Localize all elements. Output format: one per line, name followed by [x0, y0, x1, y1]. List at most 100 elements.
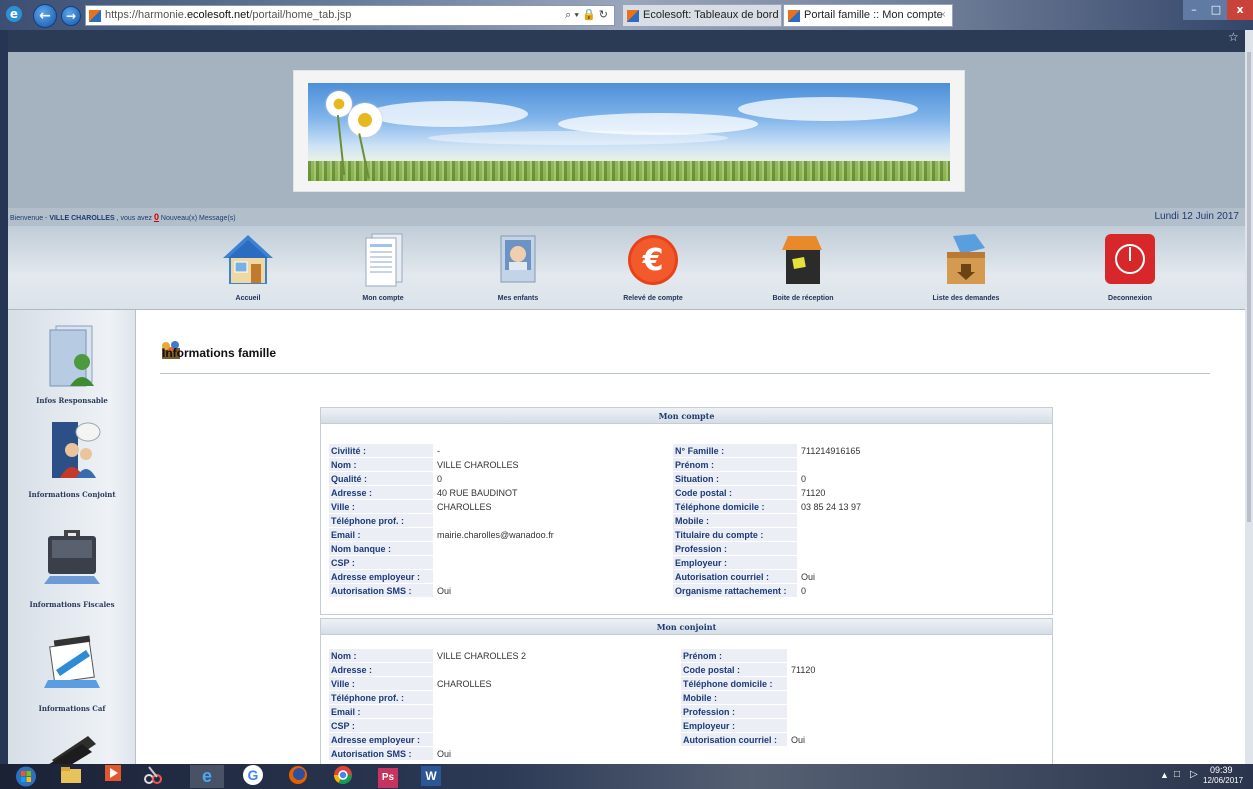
messages-link[interactable]: Nouveau(x) Message(s)	[159, 215, 236, 222]
section-divider	[160, 373, 1210, 374]
field-row: CSP :	[329, 719, 669, 733]
power-icon	[1105, 234, 1155, 284]
field-label: Mobile :	[673, 514, 797, 527]
field-label: Adresse :	[329, 663, 433, 676]
nav-mes-enfants[interactable]: Mes enfants	[463, 230, 573, 308]
tab-ecolesoft-dashboard[interactable]: Ecolesoft: Tableaux de bord	[622, 4, 782, 27]
field-value: CHAROLLES	[437, 502, 492, 512]
nav-label: Mes enfants	[497, 295, 539, 302]
tab-portail-famille[interactable]: Portail famille :: Mon compte ×	[783, 4, 953, 27]
field-row: Employeur :	[673, 556, 1043, 570]
field-row: Autorisation courriel : Oui	[673, 570, 1043, 584]
mon-conjoint-panel: Mon conjoint Nom : VILLE CHAROLLES 2 Adres…	[320, 618, 1053, 764]
sidebar-item-informations-caf[interactable]: Informations Caf	[8, 630, 136, 720]
photoshop-icon[interactable]: Ps	[375, 765, 401, 788]
header-banner	[8, 52, 1245, 208]
field-row: Autorisation SMS : Oui	[329, 747, 669, 761]
field-value: mairie.charolles@wanadoo.fr	[437, 530, 554, 540]
field-label: Prénom :	[681, 649, 787, 662]
field-row: Email : mairie.charolles@wanadoo.fr	[329, 528, 669, 542]
nav-mon-compte[interactable]: Mon compte	[328, 230, 438, 308]
word-icon[interactable]: W	[418, 765, 444, 788]
snipping-tool-icon[interactable]	[140, 765, 166, 788]
nav-label: Deconnexion	[1108, 295, 1152, 302]
field-label: Profession :	[681, 705, 787, 718]
field-value: 711214916165	[801, 446, 861, 456]
svg-text:€: €	[642, 243, 664, 278]
windows-taskbar: e G Ps W ▲ □ ▷ 09:39 12/06/2017	[0, 764, 1253, 789]
volume-icon[interactable]: ▷	[1190, 769, 1198, 780]
address-tools-icon[interactable]: ⌕ ▾ 🔒 ↻	[565, 6, 608, 25]
field-label: Employeur :	[681, 719, 787, 732]
start-button[interactable]	[12, 765, 40, 788]
field-value: CHAROLLES	[437, 679, 492, 689]
field-row: Qualité : 0	[329, 472, 669, 486]
favorites-star-icon[interactable]: ☆	[1228, 30, 1239, 44]
nav-releve-de-compte[interactable]: € Relevé de compte	[598, 230, 708, 308]
section-title: Informations famille	[162, 346, 277, 360]
clock-date[interactable]: 12/06/2017	[1203, 776, 1243, 785]
field-value: 40 RUE BAUDINOT	[437, 488, 518, 498]
field-row: Profession :	[681, 705, 1041, 719]
main-content: Informations famille Mon compte Civilité…	[136, 310, 1245, 764]
field-label: Nom :	[329, 458, 433, 471]
file-explorer-icon[interactable]	[58, 765, 84, 788]
system-tray: ▲ □ ▷ 09:39 12/06/2017	[1160, 764, 1253, 789]
field-value: 0	[801, 474, 807, 484]
clock-time[interactable]: 09:39	[1210, 765, 1233, 775]
field-label: Ville :	[329, 500, 433, 513]
tray-expand-icon[interactable]: ▲	[1160, 770, 1169, 780]
google-icon[interactable]: G	[240, 765, 266, 788]
field-label: Employeur :	[673, 556, 797, 569]
house-icon	[223, 235, 273, 284]
back-button[interactable]: ←	[33, 4, 57, 28]
field-row: Adresse : 40 RUE BAUDINOT	[329, 486, 669, 500]
field-row: Civilité :-	[329, 444, 669, 458]
field-value: Oui	[437, 586, 452, 596]
field-label: Qualité :	[329, 472, 433, 485]
field-label: Autorisation SMS :	[329, 584, 433, 597]
sidebar-item-informations-fiscales[interactable]: Informations Fiscales	[8, 520, 136, 610]
sidebar-item-next[interactable]	[8, 730, 136, 764]
address-bar[interactable]: https://harmonie.ecolesoft.net/portail/h…	[85, 5, 615, 26]
tab-favicon-icon	[627, 10, 639, 22]
network-icon[interactable]: □	[1174, 769, 1180, 780]
scrollbar-thumb[interactable]	[1247, 52, 1251, 522]
field-label: Adresse employeur :	[329, 733, 433, 746]
maximize-button[interactable]: □	[1205, 0, 1227, 20]
chrome-icon[interactable]	[330, 765, 356, 788]
field-value: 03 85 24 13 97	[801, 502, 862, 512]
nav-accueil[interactable]: Accueil	[193, 230, 303, 308]
field-row: CSP :	[329, 556, 669, 570]
field-row: Titulaire du compte :	[673, 528, 1043, 542]
field-label: Titulaire du compte :	[673, 528, 797, 541]
field-label: Situation :	[673, 472, 797, 485]
firefox-icon[interactable]	[285, 765, 311, 788]
current-date: Lundi 12 Juin 2017	[1154, 211, 1239, 222]
field-row: Situation : 0	[673, 472, 1043, 486]
nav-deconnexion[interactable]: Deconnexion	[1075, 230, 1185, 308]
welcome-text: Bienvenue - VILLE CHAROLLES , vous avez …	[10, 212, 236, 222]
field-row: Téléphone domicile : 03 85 24 13 97	[673, 500, 1043, 514]
nav-liste-des-demandes[interactable]: Liste des demandes	[911, 230, 1021, 308]
field-value: 0	[437, 474, 443, 484]
user-card-icon	[49, 325, 94, 387]
euro-icon: €	[628, 235, 678, 285]
field-value: -	[437, 446, 440, 456]
tab-close-icon[interactable]: ×	[940, 5, 946, 26]
nav-boite-de-reception[interactable]: Boite de réception	[748, 230, 858, 308]
minimize-button[interactable]: –	[1183, 0, 1205, 20]
sidebar-item-infos-responsable[interactable]: Infos Responsable	[8, 324, 136, 414]
field-label: CSP :	[329, 556, 433, 569]
field-label: Adresse :	[329, 486, 433, 499]
laptop-icon	[49, 736, 96, 764]
panel-title: Mon conjoint	[321, 619, 1052, 635]
close-window-button[interactable]: x	[1227, 0, 1253, 20]
field-label: Email :	[329, 705, 433, 718]
internet-explorer-taskbar-icon[interactable]: e	[190, 765, 224, 788]
forward-button[interactable]: →	[61, 6, 81, 26]
media-player-icon[interactable]	[100, 765, 126, 788]
field-label: CSP :	[329, 719, 433, 732]
field-label: Autorisation courriel :	[681, 733, 787, 746]
sidebar-item-informations-conjoint[interactable]: Informations Conjoint	[8, 418, 136, 508]
